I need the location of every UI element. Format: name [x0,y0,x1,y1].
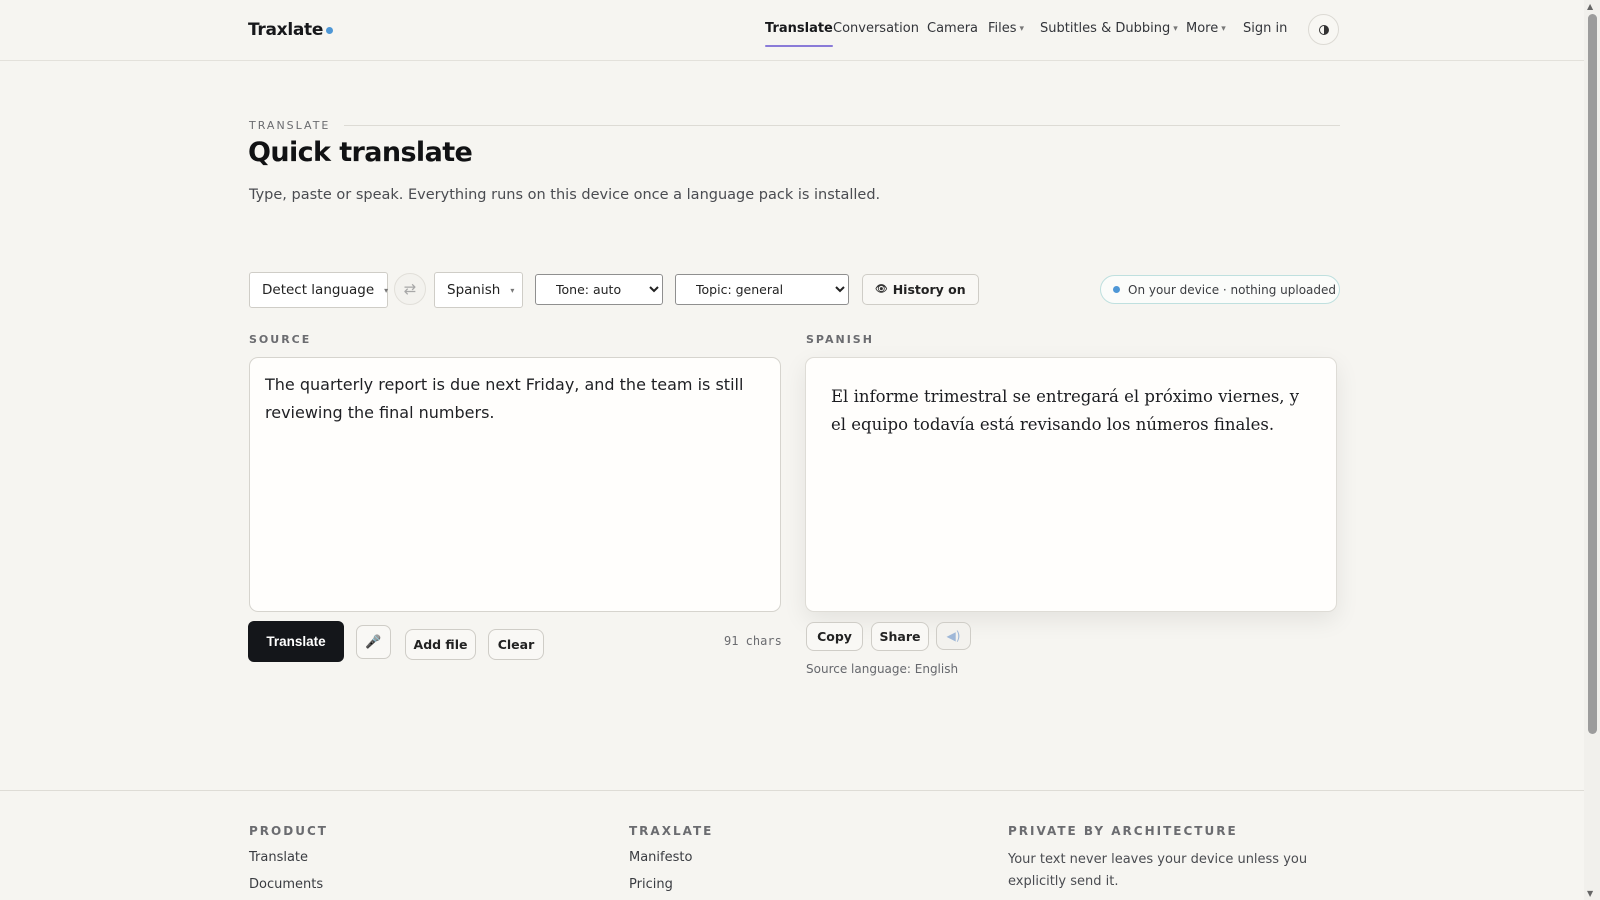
theme-toggle-button[interactable] [1308,14,1339,45]
add-file-button[interactable]: Add file [405,629,476,660]
brand-dot-icon [326,27,334,34]
footer-traxlate-heading: TRAXLATE [629,824,714,838]
eyebrow-divider [344,125,1340,126]
character-count: 91 chars [724,634,782,648]
scroll-up-icon[interactable]: ▲ [1587,2,1593,11]
nav-item-conversation[interactable]: Conversation [833,21,919,36]
nav-item-camera[interactable]: Camera [927,21,978,36]
scroll-down-icon[interactable]: ▼ [1587,889,1593,898]
tone-select[interactable]: Tone: auto [535,274,663,305]
share-button[interactable]: Share [871,622,929,651]
footer-link-manifesto[interactable]: Manifesto [629,850,692,865]
target-language-select[interactable]: Spanish ▾ [434,272,523,308]
swap-languages-button[interactable]: ⇄ [394,273,426,305]
chevron-down-icon: ▾ [384,285,389,295]
footer-link-pricing[interactable]: Pricing [629,877,673,892]
nav-files-label: Files [988,21,1017,36]
swap-arrows-icon: ⇄ [403,280,417,298]
chevron-down-icon: ▾ [1173,24,1178,34]
source-language-select[interactable]: Detect language ▾ [249,272,388,308]
source-pane-label: SOURCE [249,333,312,346]
nav-more-label: More [1186,21,1219,36]
microphone-button[interactable]: 🎤 [356,625,391,659]
translation-output: El informe trimestral se entregará el pr… [805,357,1337,612]
section-eyebrow: TRANSLATE [249,119,331,132]
detected-source-language: Source language: English [806,662,959,676]
source-text-input[interactable]: The quarterly report is due next Friday,… [249,357,781,612]
page-subtitle: Type, paste or speak. Everything runs on… [249,187,881,203]
brand-name: Traxlate [248,20,324,40]
source-language-value: Detect language [262,282,375,298]
footer-privacy-heading: PRIVATE BY ARCHITECTURE [1008,824,1238,838]
chevron-down-icon: ▾ [1019,24,1025,34]
chevron-down-icon: ▾ [510,285,515,295]
target-pane-label: SPANISH [806,333,874,346]
history-toggle-button[interactable]: 👁 History on [862,274,979,305]
listen-button[interactable]: ◀) [936,622,971,650]
target-language-value: Spanish [447,282,501,298]
history-label: History on [892,282,966,297]
microphone-icon: 🎤 [365,634,382,650]
speaker-icon: ◀) [946,629,961,643]
page-scrollbar[interactable]: ▲ ▼ [1584,0,1600,900]
copy-button[interactable]: Copy [806,622,863,651]
top-navigation-bar: Traxlate Translate Conversation Camera F… [0,0,1584,61]
page-footer [0,790,1584,900]
footer-privacy-text: Your text never leaves your device unles… [1008,852,1308,889]
chevron-down-icon: ▾ [1221,24,1226,34]
footer-link-documents[interactable]: Documents [249,877,323,892]
page-title: Quick translate [248,137,473,168]
nav-item-subtitles-dubbing[interactable]: Subtitles & Dubbing ▾ [1040,21,1178,36]
translate-button[interactable]: Translate [248,621,344,662]
on-device-status-badge: On your device · nothing uploaded [1100,275,1340,304]
device-badge-text: On your device · nothing uploaded [1128,282,1337,297]
nav-subtitles-label: Subtitles & Dubbing [1040,21,1171,36]
nav-item-more[interactable]: More ▾ [1186,21,1226,36]
clear-button[interactable]: Clear [488,629,544,660]
half-moon-icon [1318,24,1329,35]
status-dot-icon [1113,286,1120,293]
nav-item-translate[interactable]: Translate [765,21,833,47]
topic-select[interactable]: Topic: general [675,274,849,305]
nav-item-files[interactable]: Files ▾ [988,21,1024,36]
nav-item-sign-in[interactable]: Sign in [1243,21,1287,36]
footer-product-heading: PRODUCT [249,824,328,838]
scrollbar-thumb[interactable] [1588,14,1597,734]
eye-icon: 👁 [875,284,888,295]
footer-link-translate[interactable]: Translate [249,850,308,865]
brand-logo[interactable]: Traxlate [248,20,334,40]
